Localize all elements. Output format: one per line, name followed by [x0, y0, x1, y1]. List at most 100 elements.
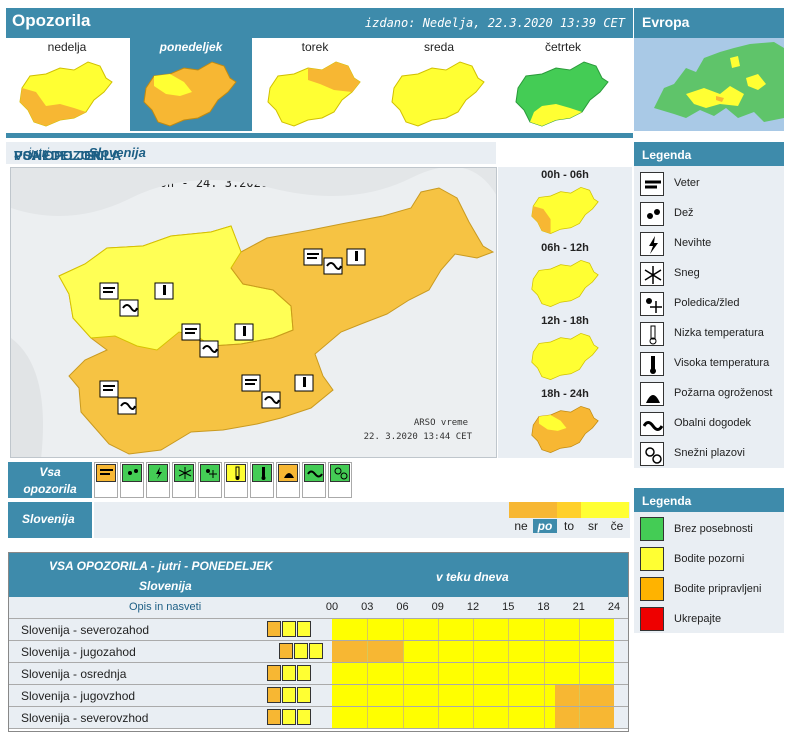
day-map-thumbnail — [515, 61, 609, 127]
time-slot-label: 12h - 18h — [541, 315, 589, 327]
grid-line — [473, 641, 474, 662]
filter-snow[interactable] — [172, 462, 196, 498]
slot-map — [531, 332, 599, 380]
day-indicator-po[interactable]: po — [533, 502, 557, 538]
filter-rain[interactable] — [120, 462, 144, 498]
timeline-segment — [332, 685, 556, 706]
grid-line — [437, 663, 439, 684]
grid-line — [578, 641, 580, 662]
filter-low-temperature[interactable] — [224, 462, 248, 498]
coastal-event-icon — [307, 470, 323, 478]
europe-header[interactable]: Evropa — [634, 8, 784, 38]
fire-danger-icon — [284, 473, 294, 478]
description-link[interactable]: Opis in nasveti — [129, 601, 201, 613]
time-slot-00-06[interactable]: 00h - 06h — [498, 167, 632, 237]
day-abbr: to — [563, 519, 574, 533]
legend-label: Obalni dogodek — [674, 417, 752, 429]
avalanche-icon — [645, 447, 662, 464]
grid-line — [473, 707, 474, 728]
grid-line — [543, 619, 545, 640]
day-tab-cetrtek[interactable]: četrtek — [502, 38, 624, 131]
legend-label: Snežni plazovi — [674, 447, 745, 459]
filter-high-temperature[interactable] — [250, 462, 274, 498]
grid-line — [508, 641, 510, 662]
day-abbr: ne — [514, 519, 528, 533]
table-subtitle: Slovenija — [139, 579, 192, 593]
grid-line — [578, 707, 580, 728]
wind-icon — [100, 469, 113, 475]
day-map-thumbnail — [143, 61, 237, 127]
grid-line — [402, 685, 404, 706]
filter-coastal-event[interactable] — [302, 462, 326, 498]
day-indicator-ce[interactable]: če — [605, 502, 629, 538]
hour-tick: 24 — [607, 601, 621, 613]
ice-icon — [206, 469, 217, 478]
all-warnings-label: Vsa opozorila — [8, 462, 92, 498]
day-tab-torek[interactable]: torek — [254, 38, 376, 131]
day-tab-sreda[interactable]: sreda — [378, 38, 500, 131]
timeline-bar — [332, 663, 614, 685]
table-row[interactable]: Slovenija - jugozahod — [9, 641, 628, 663]
filter-thunderstorm[interactable] — [146, 462, 170, 498]
day-indicator-ne[interactable]: ne — [509, 502, 533, 538]
filter-ice[interactable] — [198, 462, 222, 498]
fire-danger-icon — [309, 643, 323, 659]
grid-line — [508, 707, 510, 728]
legend-item: Visoka temperatura — [640, 350, 784, 378]
avalanche-icon — [334, 467, 348, 480]
high-temperature-icon — [261, 467, 266, 480]
hour-tick: 03 — [361, 601, 374, 613]
table-row[interactable]: Slovenija - severovzhod — [9, 707, 628, 729]
time-slot-06-12[interactable]: 06h - 12h — [498, 240, 632, 310]
slot-map — [531, 186, 599, 234]
filter-fire-danger[interactable] — [276, 462, 300, 498]
day-indicator-sr[interactable]: sr — [581, 502, 605, 538]
main-warning-map[interactable]: 23. 3.2020 00h - 24. 3.2020 00h (CET) AR… — [10, 167, 497, 458]
map-warning-icons-central — [181, 323, 261, 368]
slovenia-label-box[interactable]: Slovenija — [8, 502, 92, 538]
grid-line — [508, 685, 510, 706]
hour-tick: 06 — [396, 601, 409, 613]
time-slot-18-24[interactable]: 18h - 24h — [498, 386, 632, 456]
fire-danger-icon — [297, 665, 311, 681]
region-warning-icons — [267, 621, 312, 639]
map-warning-icons-southwest — [99, 380, 149, 425]
table-row[interactable]: Slovenija - severozahod — [9, 619, 628, 641]
day-abbr: po — [533, 519, 557, 533]
wind-icon — [267, 621, 281, 637]
slot-map — [531, 259, 599, 307]
low-temperature-icon — [649, 325, 657, 345]
grid-line — [473, 619, 474, 640]
time-slot-12-18[interactable]: 12h - 18h — [498, 313, 632, 383]
day-tab-nedelja[interactable]: nedelja — [6, 38, 128, 131]
legend-label: Veter — [674, 177, 700, 189]
filter-avalanche[interactable] — [328, 462, 352, 498]
grid-line — [437, 685, 439, 706]
day-map-thumbnail — [267, 61, 361, 127]
grid-line — [508, 619, 510, 640]
filter-wind[interactable] — [94, 462, 118, 498]
legend-level: Bodite pozorni — [640, 544, 784, 574]
grid-line — [437, 707, 439, 728]
day-indicator-to[interactable]: to — [557, 502, 581, 538]
legend-item: Požarna ogroženost — [640, 380, 784, 408]
hour-tick: 09 — [431, 601, 444, 613]
table-row[interactable]: Slovenija - jugovzhod — [9, 685, 628, 707]
map-credit-time: 22. 3.2020 13:44 CET — [363, 432, 472, 442]
day-tab-ponedeljek[interactable]: ponedeljek — [130, 38, 252, 131]
table-row[interactable]: Slovenija - osrednja — [9, 663, 628, 685]
grid-line — [543, 663, 545, 684]
high-temperature-icon — [650, 356, 656, 374]
region-name: Slovenija - jugovzhod — [21, 689, 136, 703]
snow-icon — [644, 266, 662, 284]
legend-item: Obalni dogodek — [640, 410, 784, 438]
legend-label: Nizka temperatura — [674, 327, 764, 339]
wind-icon — [267, 687, 281, 703]
wind-icon — [645, 180, 661, 189]
legend-label: Visoka temperatura — [674, 357, 770, 369]
legend-label: Požarna ogroženost — [674, 387, 773, 399]
map-warning-icons-northwest — [99, 282, 179, 327]
region-warning-icons — [267, 665, 312, 683]
thunderstorm-icon — [156, 467, 162, 479]
europe-map-thumbnail[interactable] — [634, 38, 784, 131]
